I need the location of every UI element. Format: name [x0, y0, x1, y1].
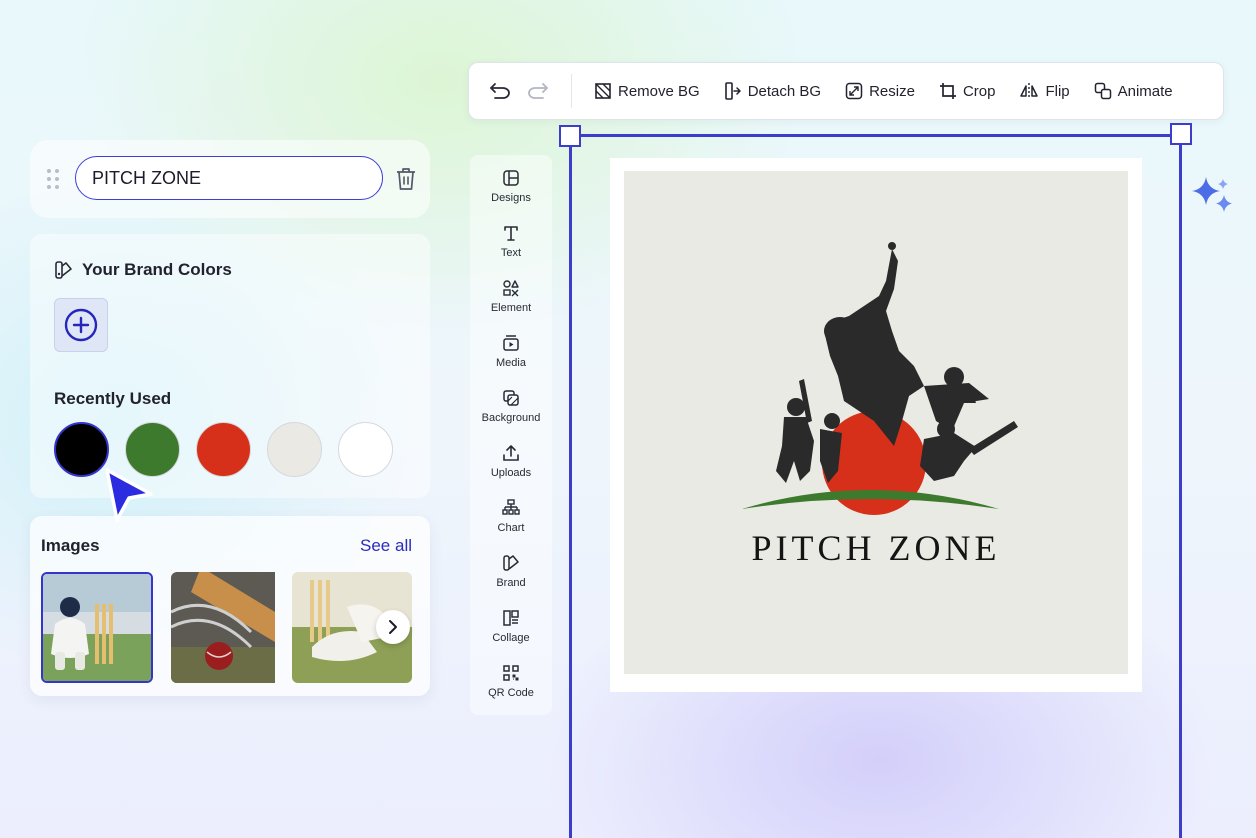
resize-button[interactable]: Resize [833, 73, 927, 109]
color-swatch-red[interactable] [196, 422, 251, 477]
upload-icon [503, 445, 519, 461]
sidebar-label-chart: Chart [497, 522, 525, 534]
images-next-button[interactable] [376, 610, 410, 644]
color-swatch-black[interactable] [54, 422, 109, 477]
brand-icon [503, 555, 519, 571]
detach-bg-icon [724, 82, 741, 100]
sidebar-item-collage[interactable]: Collage [470, 609, 552, 659]
collage-icon [503, 610, 519, 626]
tools-sidebar: Designs Text Element Media Background Up… [470, 155, 552, 715]
crop-icon [939, 83, 956, 99]
ai-sparkle-icon[interactable] [1190, 175, 1238, 215]
plus-circle-icon [64, 308, 98, 342]
resize-label: Resize [869, 82, 915, 100]
undo-button[interactable] [487, 78, 513, 104]
crop-button[interactable]: Crop [927, 73, 1008, 109]
logo-image[interactable]: PITCH ZONE [624, 171, 1128, 674]
sidebar-label-media: Media [496, 357, 526, 369]
image-thumbnail-ball-bat[interactable] [171, 572, 283, 683]
remove-bg-icon [595, 83, 611, 99]
resize-icon [845, 82, 863, 100]
images-title: Images [41, 536, 100, 555]
sidebar-item-brand[interactable]: Brand [470, 554, 552, 604]
brand-colors-panel: Your Brand Colors Recently Used [30, 234, 430, 498]
detach-bg-button[interactable]: Detach BG [712, 73, 833, 109]
flip-icon [1020, 83, 1039, 99]
animate-icon [1094, 82, 1111, 100]
color-swatch-white[interactable] [338, 422, 393, 477]
flip-label: Flip [1045, 82, 1070, 100]
images-panel: Images See all [30, 516, 430, 696]
sidebar-label-element: Element [490, 302, 532, 314]
cursor-pointer-icon [105, 468, 153, 522]
sidebar-item-text[interactable]: Text [470, 224, 552, 274]
sidebar-item-chart[interactable]: Chart [470, 499, 552, 549]
palette-icon [55, 261, 72, 279]
wicketkeeper-image [43, 574, 151, 681]
sidebar-item-background[interactable]: Background [470, 389, 552, 439]
qr-code-icon [503, 665, 519, 681]
cricket-logo-graphic [742, 242, 1018, 515]
resize-handle-top-right[interactable] [1170, 123, 1192, 145]
redo-button[interactable] [525, 78, 551, 104]
sidebar-label-collage: Collage [492, 632, 530, 644]
brand-colors-title: Your Brand Colors [82, 260, 232, 279]
sidebar-label-text: Text [500, 247, 522, 259]
color-swatch-offwhite[interactable] [267, 422, 322, 477]
shapes-icon [503, 280, 519, 297]
media-icon [503, 335, 519, 351]
chart-icon [502, 499, 520, 515]
image-thumbnail-wicketkeeper[interactable] [41, 572, 153, 683]
ball-bat-image [171, 572, 275, 683]
undo-icon [490, 83, 510, 99]
sidebar-item-qr-code[interactable]: QR Code [470, 664, 552, 714]
sidebar-label-designs: Designs [491, 192, 531, 204]
redo-icon [528, 83, 548, 99]
sidebar-item-element[interactable]: Element [470, 279, 552, 329]
element-name-input[interactable] [75, 156, 383, 200]
sidebar-item-designs[interactable]: Designs [470, 169, 552, 219]
sidebar-label-brand: Brand [496, 577, 526, 589]
brand-colors-heading: Your Brand Colors [54, 260, 232, 280]
sidebar-label-background: Background [481, 412, 541, 424]
recently-used-title: Recently Used [54, 389, 172, 408]
sidebar-item-media[interactable]: Media [470, 334, 552, 384]
background-icon [503, 390, 519, 406]
sidebar-label-uploads: Uploads [490, 467, 532, 479]
crop-label: Crop [962, 82, 996, 100]
detach-bg-label: Detach BG [747, 82, 822, 100]
chevron-right-icon [389, 620, 397, 634]
sidebar-label-qr-code: QR Code [488, 687, 534, 699]
flip-button[interactable]: Flip [1007, 73, 1081, 109]
add-brand-color-button[interactable] [54, 298, 108, 352]
selection-frame-top [569, 134, 1182, 137]
logo-text: PITCH ZONE [751, 528, 1001, 568]
editor-toolbar: Remove BG Detach BG Resize Crop Flip Ani… [468, 62, 1224, 120]
remove-bg-button[interactable]: Remove BG [582, 73, 712, 109]
animate-button[interactable]: Animate [1082, 73, 1185, 109]
animate-label: Animate [1117, 82, 1173, 100]
design-artboard[interactable]: PITCH ZONE [610, 158, 1142, 692]
text-icon [504, 226, 518, 241]
layout-icon [503, 170, 519, 186]
sidebar-item-uploads[interactable]: Uploads [470, 444, 552, 494]
drag-handle-icon[interactable] [46, 168, 60, 190]
selection-frame-right[interactable] [1179, 134, 1182, 838]
see-all-link[interactable]: See all [360, 536, 412, 556]
toolbar-divider [571, 74, 572, 108]
selection-frame-left[interactable] [569, 134, 572, 838]
element-name-card [30, 140, 430, 218]
resize-handle-top-left[interactable] [559, 125, 581, 147]
trash-icon[interactable] [394, 166, 418, 192]
remove-bg-label: Remove BG [618, 82, 700, 100]
